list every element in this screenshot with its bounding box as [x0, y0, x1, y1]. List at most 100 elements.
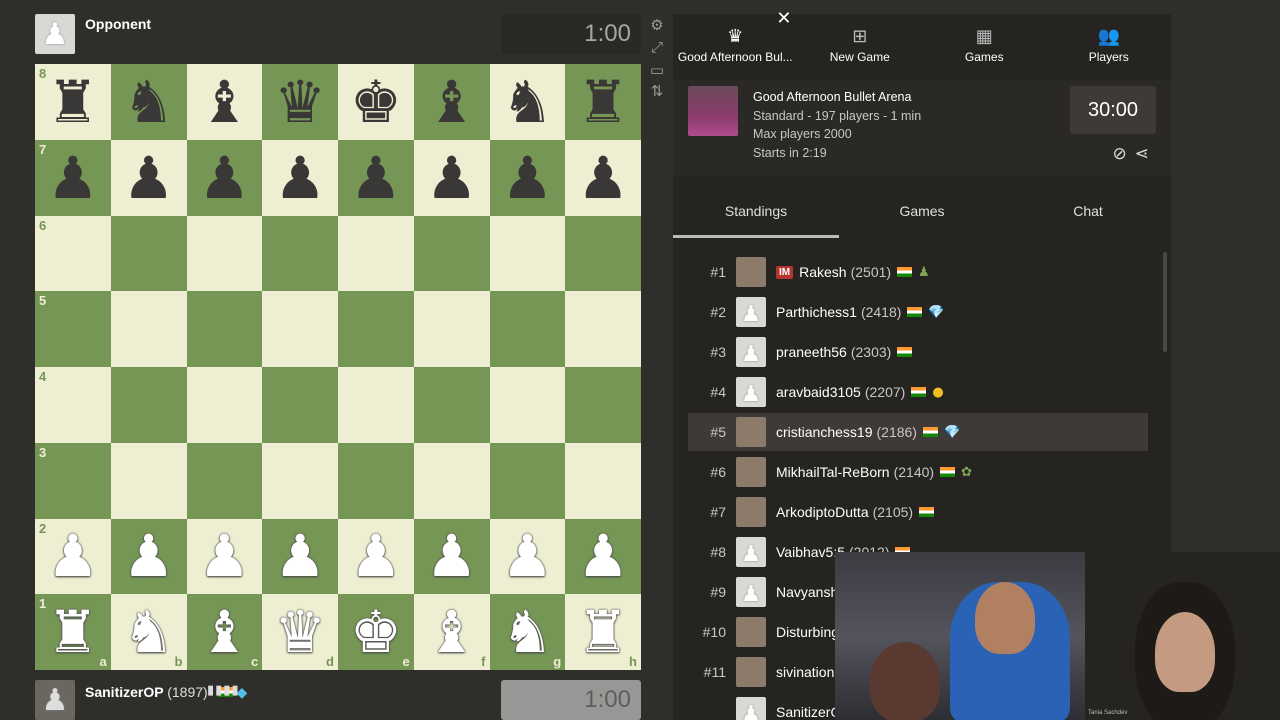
square-h3[interactable] [565, 442, 641, 519]
standing-avatar[interactable]: ♟ [736, 337, 766, 367]
standing-avatar[interactable]: ♟ [736, 697, 766, 720]
square-f3[interactable] [413, 442, 490, 519]
square-c5[interactable] [186, 291, 263, 367]
white-piece[interactable]: ♟ [274, 527, 326, 585]
standing-avatar[interactable] [736, 417, 766, 447]
window-icon[interactable]: ▭ [648, 61, 666, 79]
standing-username[interactable]: sivination [776, 664, 834, 680]
nav-games[interactable]: ▦ Games [922, 14, 1047, 80]
black-piece[interactable]: ♛ [274, 73, 326, 131]
standing-avatar[interactable]: ♟ [736, 577, 766, 607]
square-g3[interactable] [489, 442, 566, 519]
white-piece[interactable]: ♟ [350, 527, 402, 585]
square-e7[interactable]: ♟ [338, 139, 414, 216]
black-piece[interactable]: ♜ [577, 73, 629, 131]
tab-chat[interactable]: Chat [1005, 196, 1171, 238]
standings-row[interactable]: #2 ♟ Parthichess1 (2418) 💎 [688, 293, 1148, 331]
square-c7[interactable]: ♟ [186, 139, 263, 216]
black-piece[interactable]: ♟ [577, 149, 629, 207]
square-e3[interactable] [338, 442, 414, 519]
square-a2[interactable]: 2 ♟ [35, 518, 111, 595]
square-a6[interactable]: 6 [35, 215, 111, 292]
square-d8[interactable]: ♛ [262, 64, 338, 140]
square-e5[interactable] [338, 291, 414, 367]
standings-row[interactable]: #3 ♟ praneeth56 (2303) [688, 333, 1148, 371]
black-piece[interactable]: ♞ [501, 73, 553, 131]
chess-board[interactable]: 8 ♜ ♞ ♝ ♛ ♚ ♝ ♞ ♜ 7 ♟ ♟ ♟ ♟ ♟ ♟ ♟ ♟ 6 5 4 3 2 ♟ ♟ ♟ ♟ ♟ ♟ ♟ ♟ 1 a ♜ b ♞ c ♝ d ♛… [35, 64, 641, 670]
square-a8[interactable]: 8 ♜ [35, 64, 111, 140]
standings-row[interactable]: #6 MikhailTal-ReBorn (2140) ✿ [688, 453, 1148, 491]
square-b4[interactable] [110, 367, 187, 443]
standing-username[interactable]: MikhailTal-ReBorn [776, 464, 890, 480]
square-e8[interactable]: ♚ [338, 64, 414, 140]
square-g7[interactable]: ♟ [489, 139, 566, 216]
square-e2[interactable]: ♟ [338, 518, 414, 595]
standing-username[interactable]: cristianchess19 [776, 424, 873, 440]
tab-standings[interactable]: Standings [673, 196, 839, 238]
square-c4[interactable] [186, 367, 263, 443]
square-h6[interactable] [565, 215, 641, 292]
black-piece[interactable]: ♜ [47, 73, 99, 131]
player-avatar[interactable]: ♟ [35, 680, 75, 720]
white-piece[interactable]: ♝ [426, 603, 478, 661]
nav-new-game[interactable]: ⊞ New Game [798, 14, 923, 80]
expand-icon[interactable]: ⤢ [648, 38, 666, 56]
standings-row[interactable]: #4 ♟ aravbaid3105 (2207) ● [688, 373, 1148, 411]
standing-avatar[interactable] [736, 497, 766, 527]
square-f6[interactable] [413, 215, 490, 292]
nav-players[interactable]: 👥 Players [1047, 14, 1172, 80]
square-c8[interactable]: ♝ [186, 64, 263, 140]
square-g8[interactable]: ♞ [489, 64, 566, 140]
square-e4[interactable] [338, 367, 414, 443]
black-piece[interactable]: ♟ [274, 149, 326, 207]
square-f2[interactable]: ♟ [413, 518, 490, 595]
white-piece[interactable]: ♟ [426, 527, 478, 585]
white-piece[interactable]: ♚ [350, 603, 402, 661]
white-piece[interactable]: ♟ [198, 527, 250, 585]
square-f7[interactable]: ♟ [413, 139, 490, 216]
standings-row[interactable]: #1 IM Rakesh (2501) ♟ [688, 253, 1148, 291]
black-piece[interactable]: ♟ [350, 149, 402, 207]
square-d3[interactable] [262, 442, 338, 519]
square-c1[interactable]: c ♝ [186, 594, 263, 670]
opponent-name[interactable]: Opponent [85, 16, 151, 32]
square-b7[interactable]: ♟ [110, 139, 187, 216]
standing-avatar[interactable]: ♟ [736, 377, 766, 407]
square-b1[interactable]: b ♞ [110, 594, 187, 670]
square-f1[interactable]: f ♝ [413, 594, 490, 670]
black-piece[interactable]: ♟ [47, 149, 99, 207]
black-piece[interactable]: ♚ [350, 73, 402, 131]
black-piece[interactable]: ♟ [123, 149, 175, 207]
square-a1[interactable]: 1 a ♜ [35, 594, 111, 670]
square-b6[interactable] [110, 215, 187, 292]
standing-username[interactable]: Parthichess1 [776, 304, 857, 320]
square-a7[interactable]: 7 ♟ [35, 139, 111, 216]
white-piece[interactable]: ♟ [47, 527, 99, 585]
square-d6[interactable] [262, 215, 338, 292]
square-c6[interactable] [186, 215, 263, 292]
black-piece[interactable]: ♟ [501, 149, 553, 207]
square-b2[interactable]: ♟ [110, 518, 187, 595]
standings-row[interactable]: #5 cristianchess19 (2186) 💎 [688, 413, 1148, 451]
standing-username[interactable]: Rakesh [799, 264, 846, 280]
square-c2[interactable]: ♟ [186, 518, 263, 595]
standing-avatar[interactable] [736, 617, 766, 647]
square-g6[interactable] [489, 215, 566, 292]
square-h1[interactable]: h ♜ [565, 594, 641, 670]
standing-username[interactable]: ArkodiptoDutta [776, 504, 869, 520]
white-piece[interactable]: ♜ [577, 603, 629, 661]
black-piece[interactable]: ♝ [198, 73, 250, 131]
square-e6[interactable] [338, 215, 414, 292]
square-d4[interactable] [262, 367, 338, 443]
white-piece[interactable]: ♞ [501, 603, 553, 661]
tab-games[interactable]: Games [839, 196, 1005, 238]
square-h4[interactable] [565, 367, 641, 443]
square-g1[interactable]: g ♞ [489, 594, 566, 670]
block-icon[interactable]: ⊘ [1113, 144, 1127, 164]
black-piece[interactable]: ♞ [123, 73, 175, 131]
share-icon[interactable]: ⋖ [1135, 144, 1149, 164]
white-piece[interactable]: ♝ [198, 603, 250, 661]
standing-avatar[interactable] [736, 657, 766, 687]
square-f8[interactable]: ♝ [413, 64, 490, 140]
square-b5[interactable] [110, 291, 187, 367]
